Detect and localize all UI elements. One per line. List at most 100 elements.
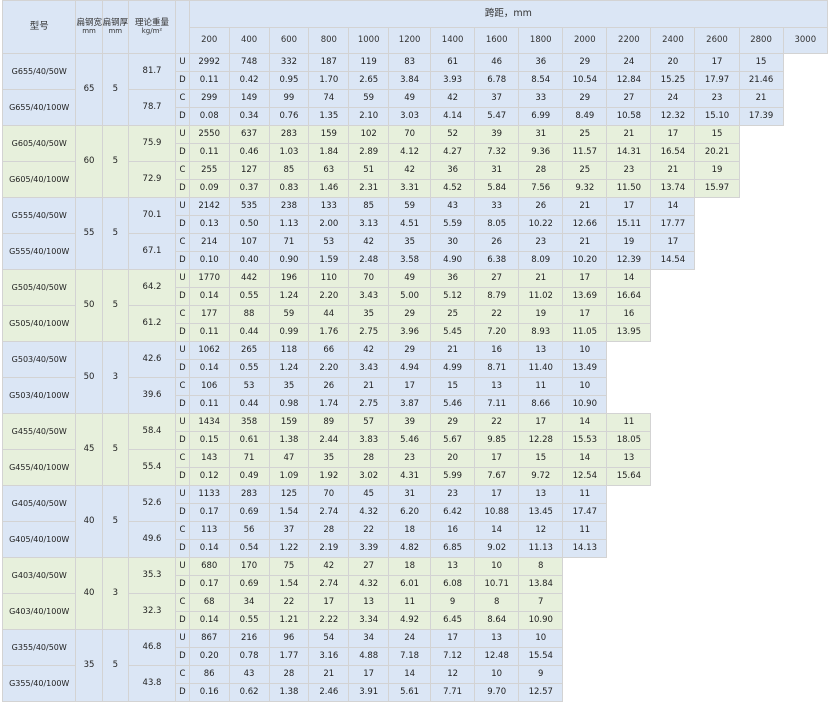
empty-cell bbox=[650, 665, 695, 684]
value-cell: 9.70 bbox=[474, 683, 520, 702]
value-cell: 59 bbox=[388, 197, 432, 216]
value-cell: 0.14 bbox=[188, 287, 230, 306]
value-cell: 3.84 bbox=[388, 71, 432, 90]
value-cell: 13 bbox=[430, 557, 476, 576]
row-type-cell: D bbox=[175, 683, 190, 702]
value-cell: 7.56 bbox=[518, 179, 564, 198]
empty-cell bbox=[783, 287, 828, 306]
value-cell: 70 bbox=[388, 125, 432, 144]
value-cell: 17 bbox=[474, 485, 520, 504]
value-cell: 9.85 bbox=[474, 431, 520, 450]
empty-cell bbox=[783, 647, 828, 666]
empty-cell bbox=[739, 503, 784, 522]
value-cell: 17 bbox=[562, 269, 608, 288]
value-cell: 4.51 bbox=[388, 215, 432, 234]
empty-cell bbox=[650, 593, 695, 612]
weight-cell: 81.7 bbox=[127, 53, 177, 90]
value-cell: 4.52 bbox=[430, 179, 476, 198]
value-cell: 17.97 bbox=[694, 71, 740, 90]
table-row: G455/40/50W 45 5 58.4 U 1434 358 159 89 57 39 29 22 1… bbox=[1, 413, 828, 486]
value-cell: 35 bbox=[308, 449, 350, 468]
value-cell: 4.92 bbox=[388, 611, 432, 630]
empty-cell bbox=[783, 215, 828, 234]
weight-cell: 42.6 bbox=[127, 341, 177, 378]
empty-cell bbox=[694, 557, 740, 576]
table-row: G503/40/50W 50 3 42.6 U 1062 265 118 66 42 29 21 16 1… bbox=[1, 341, 828, 414]
row-type-header bbox=[175, 0, 190, 54]
value-cell: 89 bbox=[308, 413, 350, 432]
value-cell: 88 bbox=[228, 305, 270, 324]
value-cell: 11 bbox=[606, 413, 652, 432]
value-cell: 1.38 bbox=[268, 431, 310, 450]
value-cell: 36 bbox=[518, 53, 564, 72]
value-cell: 170 bbox=[228, 557, 270, 576]
value-cell: 7.67 bbox=[474, 467, 520, 486]
value-cell: 86 bbox=[188, 665, 230, 684]
value-cell: 39 bbox=[388, 413, 432, 432]
empty-cell bbox=[739, 197, 784, 216]
value-cell: 102 bbox=[348, 125, 390, 144]
empty-cell bbox=[606, 359, 651, 378]
empty-cell bbox=[562, 611, 607, 630]
value-cell: 8.71 bbox=[474, 359, 520, 378]
value-cell: 10.90 bbox=[518, 611, 564, 630]
empty-cell bbox=[694, 449, 740, 468]
value-cell: 4.12 bbox=[388, 143, 432, 162]
value-cell: 17 bbox=[650, 125, 696, 144]
empty-cell bbox=[694, 575, 740, 594]
empty-cell bbox=[694, 377, 740, 396]
value-cell: 8 bbox=[518, 557, 564, 576]
empty-cell bbox=[606, 575, 651, 594]
empty-cell bbox=[562, 629, 607, 648]
width-cell: 65 bbox=[75, 53, 103, 126]
row-type-cell: D bbox=[175, 395, 190, 414]
value-cell: 0.95 bbox=[268, 71, 310, 90]
value-cell: 867 bbox=[188, 629, 230, 648]
value-cell: 18 bbox=[388, 521, 432, 540]
value-cell: 2.46 bbox=[308, 683, 350, 702]
value-cell: 13 bbox=[474, 377, 520, 396]
span-header-cell: 1800 bbox=[518, 27, 564, 54]
empty-cell bbox=[694, 269, 740, 288]
empty-cell bbox=[739, 143, 784, 162]
span-header-cell: 1400 bbox=[430, 27, 476, 54]
value-cell: 37 bbox=[268, 521, 310, 540]
value-cell: 11 bbox=[388, 593, 432, 612]
empty-cell bbox=[783, 161, 828, 180]
value-cell: 17 bbox=[694, 53, 740, 72]
empty-cell bbox=[694, 629, 740, 648]
value-cell: 5.45 bbox=[430, 323, 476, 342]
empty-cell bbox=[650, 539, 695, 558]
empty-cell bbox=[694, 503, 740, 522]
value-cell: 10 bbox=[474, 665, 520, 684]
value-cell: 1.24 bbox=[268, 359, 310, 378]
value-cell: 28 bbox=[348, 449, 390, 468]
empty-cell bbox=[650, 521, 695, 540]
empty-cell bbox=[739, 647, 784, 666]
value-cell: 0.69 bbox=[228, 503, 270, 522]
value-cell: 42 bbox=[348, 233, 390, 252]
row-type-cell: U bbox=[175, 341, 190, 360]
value-cell: 0.37 bbox=[228, 179, 270, 198]
value-cell: 25 bbox=[430, 305, 476, 324]
value-cell: 66 bbox=[308, 341, 350, 360]
value-cell: 56 bbox=[228, 521, 270, 540]
value-cell: 57 bbox=[348, 413, 390, 432]
value-cell: 3.96 bbox=[388, 323, 432, 342]
value-cell: 2550 bbox=[188, 125, 230, 144]
empty-cell bbox=[739, 179, 784, 198]
value-cell: 6.01 bbox=[388, 575, 432, 594]
empty-cell bbox=[694, 323, 740, 342]
value-cell: 2142 bbox=[188, 197, 230, 216]
value-cell: 332 bbox=[268, 53, 310, 72]
value-cell: 4.32 bbox=[348, 503, 390, 522]
value-cell: 5.00 bbox=[388, 287, 432, 306]
value-cell: 15.54 bbox=[518, 647, 564, 666]
empty-cell bbox=[739, 161, 784, 180]
value-cell: 9 bbox=[430, 593, 476, 612]
empty-cell bbox=[694, 521, 740, 540]
empty-cell bbox=[694, 233, 740, 252]
empty-cell bbox=[606, 557, 651, 576]
value-cell: 9.72 bbox=[518, 467, 564, 486]
value-cell: 23 bbox=[430, 485, 476, 504]
